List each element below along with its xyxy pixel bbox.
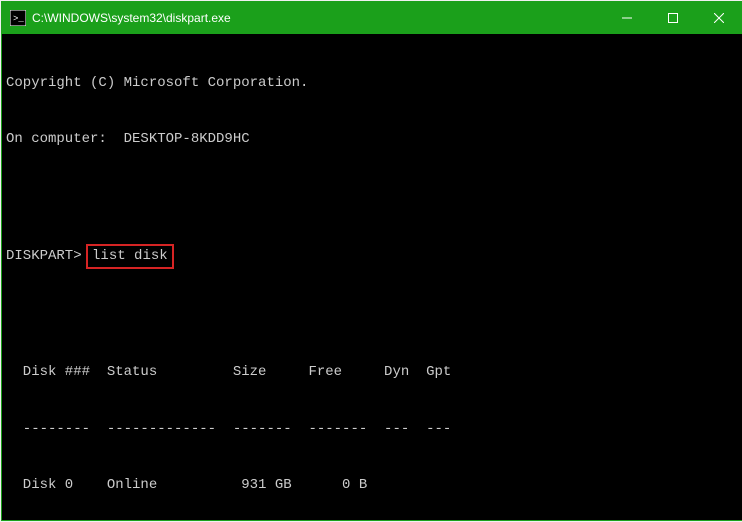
terminal-output[interactable]: Copyright (C) Microsoft Corporation. On …	[2, 34, 742, 520]
window-title: C:\WINDOWS\system32\diskpart.exe	[32, 11, 604, 25]
table-header: Disk ### Status Size Free Dyn Gpt	[6, 363, 738, 382]
prompt-label: DISKPART>	[6, 248, 82, 264]
computer-line: On computer: DESKTOP-8KDD9HC	[6, 130, 738, 149]
maximize-button[interactable]	[650, 2, 696, 34]
table-row: Disk 0 Online 931 GB 0 B	[6, 476, 738, 495]
blank-line	[6, 306, 738, 325]
minimize-icon	[622, 13, 632, 23]
close-icon	[714, 13, 724, 23]
cmd-list-disk: list disk	[86, 244, 174, 269]
copyright-line: Copyright (C) Microsoft Corporation.	[6, 74, 738, 93]
table-divider: -------- ------------- ------- ------- -…	[6, 420, 738, 439]
titlebar: >_ C:\WINDOWS\system32\diskpart.exe	[2, 2, 742, 34]
cmd-icon: >_	[10, 10, 26, 26]
maximize-icon	[668, 13, 678, 23]
minimize-button[interactable]	[604, 2, 650, 34]
window-controls	[604, 2, 742, 34]
close-button[interactable]	[696, 2, 742, 34]
prompt-line: DISKPART> list disk	[6, 244, 738, 269]
blank-line	[6, 187, 738, 206]
svg-text:>_: >_	[13, 14, 24, 24]
diskpart-window: >_ C:\WINDOWS\system32\diskpart.exe Copy…	[1, 1, 742, 521]
